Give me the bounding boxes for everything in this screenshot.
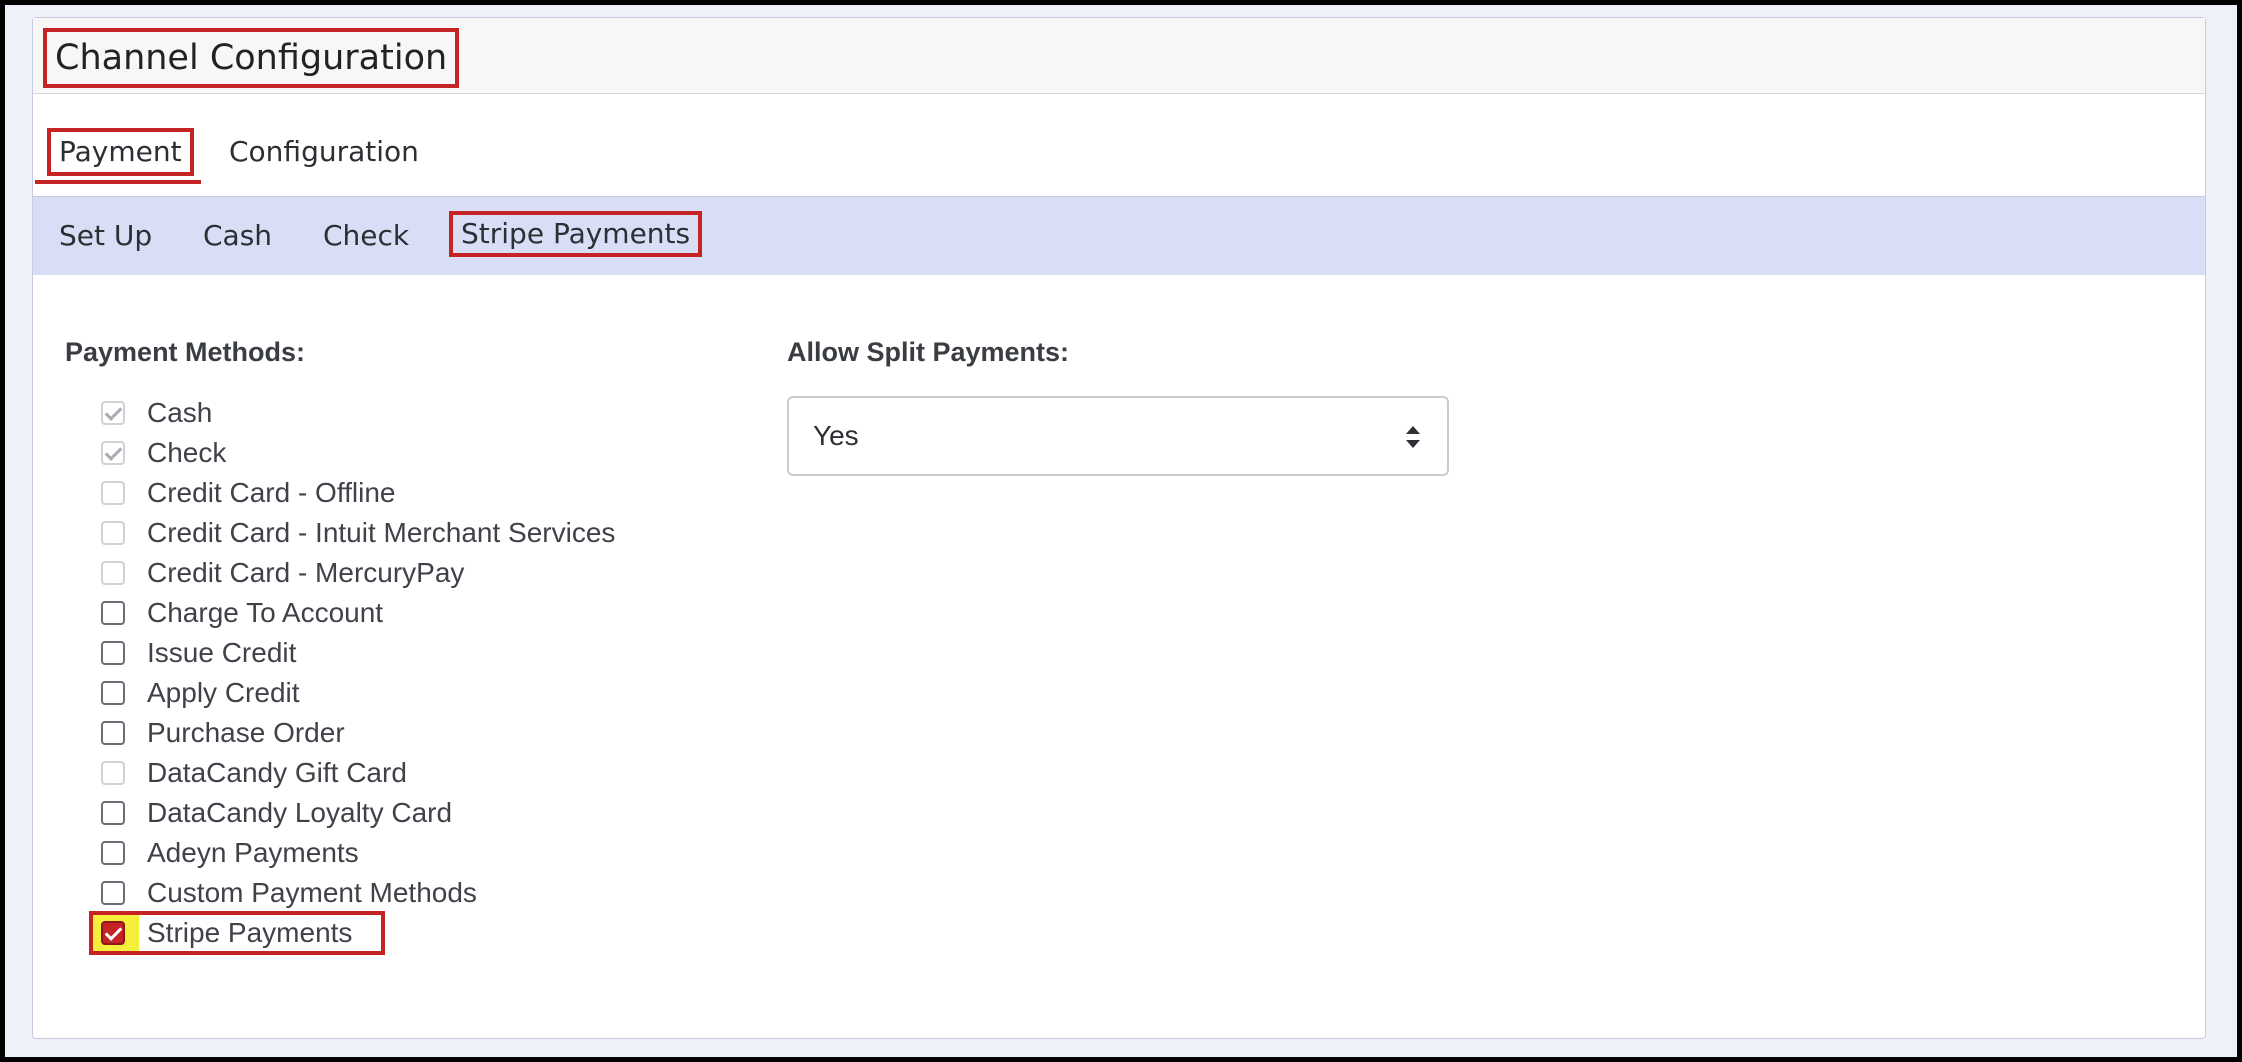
method-charge-to-account: Charge To Account	[101, 593, 615, 633]
active-tab-indicator	[35, 180, 201, 184]
tab-payment[interactable]: Payment	[47, 128, 194, 176]
split-payments-label: Allow Split Payments:	[787, 337, 1070, 367]
payment-methods-list: Cash Check Credit Card - Offline Credit …	[89, 393, 615, 955]
method-apply-credit: Apply Credit	[101, 673, 615, 713]
method-cash: Cash	[101, 393, 615, 433]
method-label: Credit Card - Intuit Merchant Services	[147, 517, 616, 548]
checkbox-adeyn-payments[interactable]	[101, 841, 125, 865]
method-label: Stripe Payments	[147, 917, 353, 948]
method-label: Issue Credit	[147, 637, 297, 668]
tab-configuration[interactable]: Configuration	[229, 132, 419, 172]
method-issue-credit: Issue Credit	[101, 633, 615, 673]
checkbox-credit-card-offline[interactable]	[101, 481, 125, 505]
method-label: Credit Card - Offline	[147, 477, 396, 508]
method-check: Check	[101, 433, 615, 473]
subtab-set-up[interactable]: Set Up	[59, 217, 152, 255]
subtab-cash[interactable]: Cash	[203, 217, 272, 255]
method-label: Adeyn Payments	[147, 837, 359, 868]
payment-subnav: Set Up Cash Check Stripe Payments	[33, 197, 2205, 275]
checkbox-purchase-order[interactable]	[101, 721, 125, 745]
method-label: Custom Payment Methods	[147, 877, 477, 908]
method-stripe-payments: Stripe Payments	[89, 911, 615, 955]
checkbox-check[interactable]	[101, 441, 125, 465]
checkbox-stripe-payments[interactable]	[101, 921, 125, 945]
method-adeyn-payments: Adeyn Payments	[101, 833, 615, 873]
subtab-check[interactable]: Check	[323, 217, 409, 255]
page-title: Channel Configuration	[43, 28, 460, 88]
split-payments-value: Yes	[813, 420, 859, 451]
channel-configuration-panel: Channel Configuration Payment Configurat…	[32, 17, 2206, 1039]
checkbox-issue-credit[interactable]	[101, 641, 125, 665]
split-payments-select[interactable]: Yes	[787, 396, 1449, 476]
method-label: Apply Credit	[147, 677, 300, 708]
checkbox-datacandy-loyalty-card[interactable]	[101, 801, 125, 825]
main-tabs: Payment Configuration	[33, 94, 2205, 197]
panel-header: Channel Configuration	[33, 18, 2205, 94]
method-credit-card-intuit: Credit Card - Intuit Merchant Services	[101, 513, 615, 553]
checkbox-datacandy-gift-card[interactable]	[101, 761, 125, 785]
checkbox-cash[interactable]	[101, 401, 125, 425]
method-credit-card-mercurypay: Credit Card - MercuryPay	[101, 553, 615, 593]
checkbox-credit-card-intuit[interactable]	[101, 521, 125, 545]
subtab-stripe-payments[interactable]: Stripe Payments	[449, 211, 703, 257]
method-custom-payment-methods: Custom Payment Methods	[101, 873, 615, 913]
method-label: DataCandy Gift Card	[147, 757, 407, 788]
method-label: DataCandy Loyalty Card	[147, 797, 453, 828]
checkbox-apply-credit[interactable]	[101, 681, 125, 705]
checkbox-charge-to-account[interactable]	[101, 601, 125, 625]
method-purchase-order: Purchase Order	[101, 713, 615, 753]
method-label: Check	[147, 437, 227, 468]
method-datacandy-loyalty-card: DataCandy Loyalty Card	[101, 793, 615, 833]
method-credit-card-offline: Credit Card - Offline	[101, 473, 615, 513]
method-label: Credit Card - MercuryPay	[147, 557, 465, 588]
method-label: Cash	[147, 397, 213, 428]
content-area: Payment Methods: Allow Split Payments: C…	[33, 275, 2205, 1035]
checkbox-credit-card-mercurypay[interactable]	[101, 561, 125, 585]
payment-methods-label: Payment Methods:	[65, 337, 306, 367]
method-label: Charge To Account	[147, 597, 384, 628]
method-datacandy-gift-card: DataCandy Gift Card	[101, 753, 615, 793]
method-label: Purchase Order	[147, 717, 345, 748]
checkbox-custom-payment-methods[interactable]	[101, 881, 125, 905]
select-updown-icon	[1406, 426, 1420, 448]
